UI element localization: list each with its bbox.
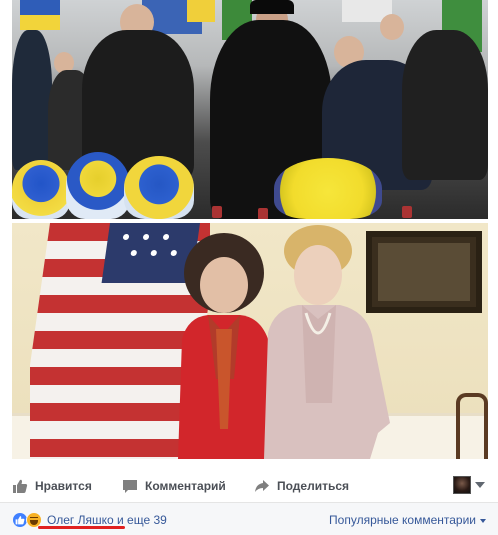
candle	[212, 206, 222, 218]
post-as-selector[interactable]	[453, 474, 493, 496]
person-right	[402, 30, 488, 180]
likers-others: и еще 39	[113, 513, 167, 527]
share-arrow-icon	[254, 478, 270, 494]
flag-yellow	[187, 0, 215, 22]
head	[380, 14, 404, 40]
comment-label: Комментарий	[145, 479, 226, 493]
chevron-down-icon	[475, 482, 485, 488]
flowers-blue-yellow-2	[66, 152, 130, 219]
thumbs-up-icon	[12, 478, 28, 494]
woman-beige-suit	[264, 225, 390, 459]
candle	[258, 208, 268, 219]
like-button[interactable]: Нравится	[12, 476, 92, 496]
like-label: Нравится	[35, 479, 92, 493]
share-button[interactable]: Поделиться	[254, 476, 349, 496]
comment-button[interactable]: Комментарий	[122, 476, 226, 496]
sort-label: Популярные комментарии	[329, 513, 476, 527]
page-avatar	[453, 476, 471, 494]
flowers-blue-yellow-3	[124, 156, 194, 219]
facebook-post: Нравится Комментарий Поделиться Олег Ляш…	[0, 0, 498, 535]
comment-sort-dropdown[interactable]: Популярные комментарии	[329, 513, 486, 527]
flowers-yellow	[274, 158, 382, 219]
post-photo-ceremony[interactable]	[12, 0, 488, 219]
flowers-blue-yellow-1	[12, 160, 70, 219]
candle	[402, 206, 412, 218]
chair	[456, 393, 488, 459]
post-photo-meeting[interactable]	[12, 223, 488, 459]
ukraine-flag	[20, 0, 60, 30]
highlight-underline	[38, 526, 125, 529]
person-left-edge	[12, 30, 52, 170]
priest-hood-icon	[250, 0, 294, 14]
share-label: Поделиться	[277, 479, 350, 493]
reactions-summary: Олег Ляшко и еще 39 Популярные комментар…	[0, 503, 498, 535]
likers-text[interactable]: Олег Ляшко и еще 39	[47, 513, 167, 527]
comment-icon	[122, 478, 138, 494]
chevron-down-icon	[480, 518, 486, 523]
liker-name[interactable]: Олег Ляшко	[47, 513, 114, 527]
post-actions-bar: Нравится Комментарий Поделиться	[12, 470, 488, 502]
